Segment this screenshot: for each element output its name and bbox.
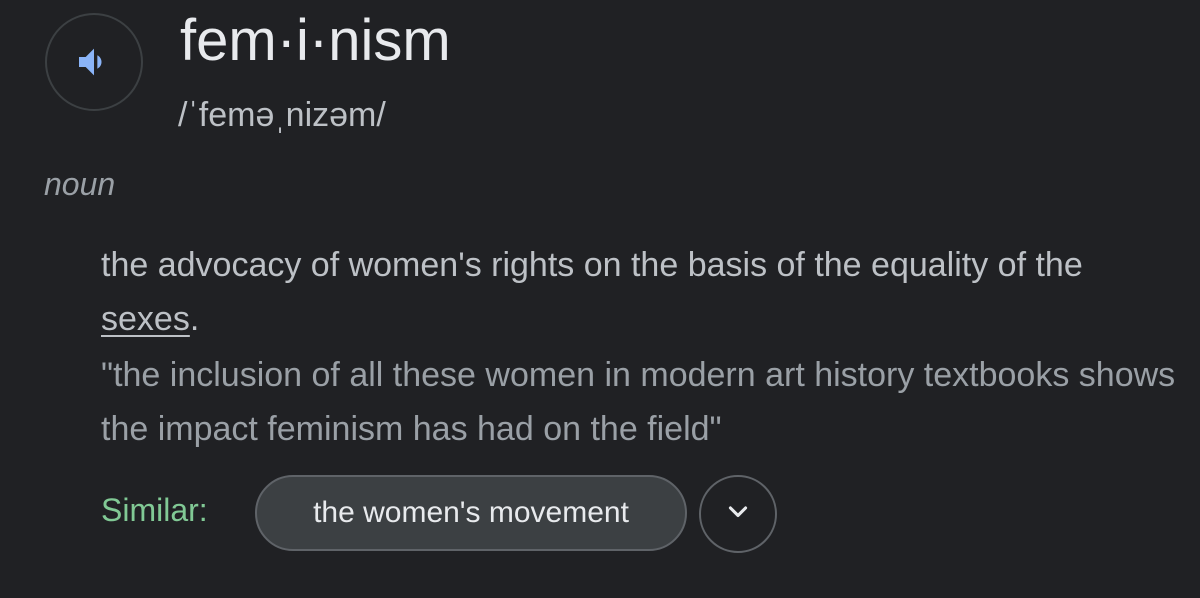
- phonetic-transcription: /ˈfeməˌnizəm/: [178, 96, 386, 134]
- chevron-down-icon: [724, 498, 752, 531]
- headword: fem·i·nism: [180, 8, 451, 73]
- expand-similar-button[interactable]: [699, 475, 777, 553]
- similar-label: Similar:: [101, 492, 208, 528]
- definition-text: the advocacy of women's rights on the ba…: [101, 238, 1181, 346]
- dictionary-card: fem·i·nism /ˈfeməˌnizəm/ noun the advoca…: [0, 0, 1200, 598]
- speaker-icon: [74, 42, 114, 82]
- similar-chip-womens-movement[interactable]: the women's movement: [255, 475, 687, 551]
- pronunciation-audio-button[interactable]: [45, 13, 143, 111]
- example-sentence: "the inclusion of all these women in mod…: [101, 356, 1176, 448]
- definition-text-part: the advocacy of women's rights on the ba…: [101, 246, 1083, 284]
- definition-end-punctuation: .: [189, 300, 200, 338]
- part-of-speech: noun: [44, 166, 116, 202]
- sexes-link[interactable]: sexes: [101, 300, 190, 338]
